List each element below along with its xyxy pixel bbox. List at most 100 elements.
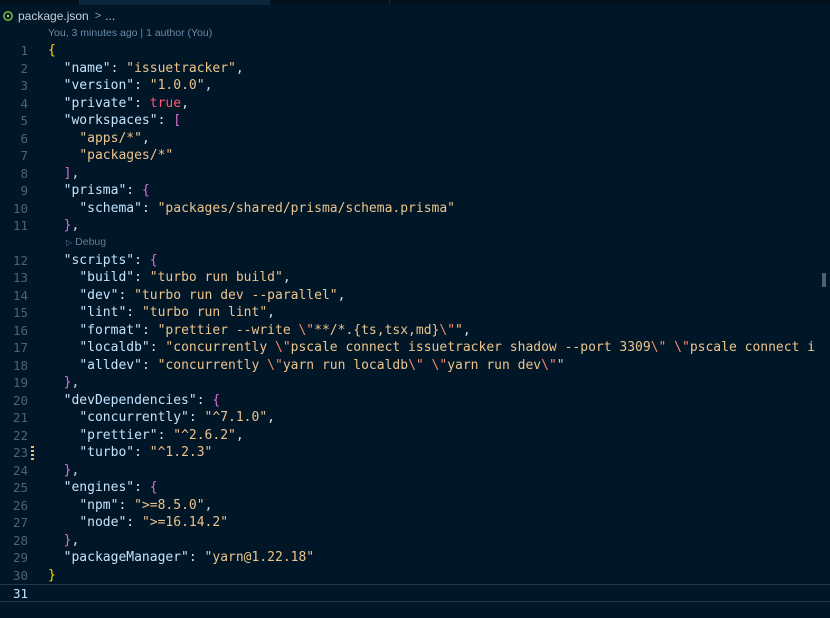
line-number[interactable]: 3 [0, 77, 28, 95]
code-line[interactable]: 18 "alldev": "concurrently \"yarn run lo… [0, 357, 830, 375]
line-number[interactable]: 30 [0, 567, 28, 585]
code-text[interactable]: }, [48, 532, 80, 550]
line-number[interactable]: 5 [0, 112, 28, 130]
git-blame-annotation[interactable]: You, 3 minutes ago | 1 author (You) [48, 27, 212, 41]
code-text[interactable]: "concurrently": "^7.1.0", [48, 409, 275, 427]
line-number[interactable]: 22 [0, 427, 28, 445]
code-line[interactable]: 29 "packageManager": "yarn@1.22.18" [0, 549, 830, 567]
code-line[interactable]: 23 "turbo": "^1.2.3" [0, 444, 830, 462]
code-line[interactable]: 9 "prisma": { [0, 182, 830, 200]
code-text[interactable]: }, [48, 462, 80, 480]
code-line[interactable]: 22 "prettier": "^2.6.2", [0, 427, 830, 445]
line-number[interactable]: 21 [0, 409, 28, 427]
line-number[interactable]: 10 [0, 200, 28, 218]
code-text[interactable]: }, [48, 374, 80, 392]
line-number[interactable]: 24 [0, 462, 28, 480]
code-line[interactable]: 10 "schema": "packages/shared/prisma/sch… [0, 200, 830, 218]
git-modified-marker[interactable] [31, 446, 34, 460]
code-text[interactable]: } [48, 567, 56, 585]
code-line[interactable]: 30} [0, 567, 830, 585]
code-line[interactable]: 31 [0, 584, 830, 602]
code-text[interactable]: "node": ">=16.14.2" [48, 514, 228, 532]
code-text[interactable]: "scripts": { [48, 252, 158, 270]
code-line[interactable]: 1{ [0, 42, 830, 60]
code-line[interactable]: 25 "engines": { [0, 479, 830, 497]
code-text[interactable]: "schema": "packages/shared/prisma/schema… [48, 200, 455, 218]
code-text[interactable]: "alldev": "concurrently \"yarn run local… [48, 357, 564, 375]
line-number[interactable]: 14 [0, 287, 28, 305]
code-line[interactable]: 15 "lint": "turbo run lint", [0, 304, 830, 322]
code-line[interactable]: 14 "dev": "turbo run dev --parallel", [0, 287, 830, 305]
code-line[interactable]: 3 "version": "1.0.0", [0, 77, 830, 95]
code-line[interactable]: 13 "build": "turbo run build", [0, 269, 830, 287]
line-number[interactable]: 1 [0, 42, 28, 60]
line-number[interactable]: 19 [0, 374, 28, 392]
line-number[interactable]: 12 [0, 252, 28, 270]
code-text[interactable]: { [48, 42, 56, 60]
line-number[interactable]: 9 [0, 182, 28, 200]
code-text[interactable]: "apps/*", [48, 130, 149, 148]
line-number[interactable]: 8 [0, 165, 28, 183]
line-number[interactable]: 16 [0, 322, 28, 340]
code-text[interactable]: "prettier": "^2.6.2", [48, 427, 243, 445]
code-line[interactable]: 16 "format": "prettier --write \"**/*.{t… [0, 322, 830, 340]
line-number[interactable]: 25 [0, 479, 28, 497]
code-line[interactable]: 6 "apps/*", [0, 130, 830, 148]
line-number[interactable]: 20 [0, 392, 28, 410]
code-line[interactable]: 2 "name": "issuetracker", [0, 60, 830, 78]
line-number[interactable]: 28 [0, 532, 28, 550]
line-number[interactable]: 23 [0, 444, 28, 462]
code-line[interactable]: 24 }, [0, 462, 830, 480]
breadcrumb-symbol[interactable]: ... [105, 9, 115, 23]
code-line[interactable]: 27 "node": ">=16.14.2" [0, 514, 830, 532]
line-number[interactable]: 26 [0, 497, 28, 515]
line-number[interactable]: 17 [0, 339, 28, 357]
code-line[interactable]: 4 "private": true, [0, 95, 830, 113]
code-line[interactable]: 28 }, [0, 532, 830, 550]
code-line[interactable]: 8 ], [0, 165, 830, 183]
code-text[interactable]: "format": "prettier --write \"**/*.{ts,t… [48, 322, 470, 340]
code-line[interactable]: 20 "devDependencies": { [0, 392, 830, 410]
code-text[interactable]: "workspaces": [ [48, 112, 181, 130]
editor-tab-active[interactable] [80, 0, 270, 5]
line-number[interactable]: 6 [0, 130, 28, 148]
code-line[interactable]: 21 "concurrently": "^7.1.0", [0, 409, 830, 427]
code-line[interactable]: 5 "workspaces": [ [0, 112, 830, 130]
line-number[interactable]: 29 [0, 549, 28, 567]
code-text[interactable]: "packages/*" [48, 147, 173, 165]
line-number[interactable]: 11 [0, 217, 28, 235]
debug-codelens[interactable]: ▷ Debug [66, 236, 106, 248]
code-text[interactable]: "localdb": "concurrently \"pscale connec… [48, 339, 815, 357]
code-line[interactable]: 19 }, [0, 374, 830, 392]
code-text[interactable]: "lint": "turbo run lint", [48, 304, 275, 322]
code-text[interactable]: "packageManager": "yarn@1.22.18" [48, 549, 314, 567]
code-line[interactable]: 12 "scripts": { [0, 252, 830, 270]
line-number[interactable]: 31 [0, 585, 28, 603]
breadcrumb-file[interactable]: package.json [18, 9, 89, 23]
code-text[interactable]: }, [48, 217, 80, 235]
code-line[interactable]: 7 "packages/*" [0, 147, 830, 165]
code-text[interactable]: "engines": { [48, 479, 158, 497]
code-text[interactable]: "name": "issuetracker", [48, 60, 244, 78]
line-number[interactable]: 4 [0, 95, 28, 113]
editor-tab[interactable] [270, 0, 390, 5]
code-line[interactable]: 26 "npm": ">=8.5.0", [0, 497, 830, 515]
code-text[interactable]: "turbo": "^1.2.3" [48, 444, 212, 462]
line-number[interactable]: 7 [0, 147, 28, 165]
editor-tab[interactable] [0, 0, 80, 5]
code-text[interactable]: ], [48, 165, 80, 183]
line-number[interactable]: 15 [0, 304, 28, 322]
line-number[interactable]: 27 [0, 514, 28, 532]
code-line[interactable]: 11 }, [0, 217, 830, 235]
code-text[interactable]: "version": "1.0.0", [48, 77, 213, 95]
code-text[interactable]: "private": true, [48, 95, 189, 113]
code-editor[interactable]: package.json > ... You, 3 minutes ago | … [0, 0, 830, 618]
vertical-scrollbar[interactable] [820, 5, 830, 618]
code-text[interactable]: "prisma": { [48, 182, 150, 200]
code-text[interactable]: "devDependencies": { [48, 392, 221, 410]
line-number[interactable]: 13 [0, 269, 28, 287]
code-text[interactable]: "dev": "turbo run dev --parallel", [48, 287, 345, 305]
code-text[interactable]: "build": "turbo run build", [48, 269, 290, 287]
code-line[interactable]: 17 "localdb": "concurrently \"pscale con… [0, 339, 830, 357]
line-number[interactable]: 2 [0, 60, 28, 78]
